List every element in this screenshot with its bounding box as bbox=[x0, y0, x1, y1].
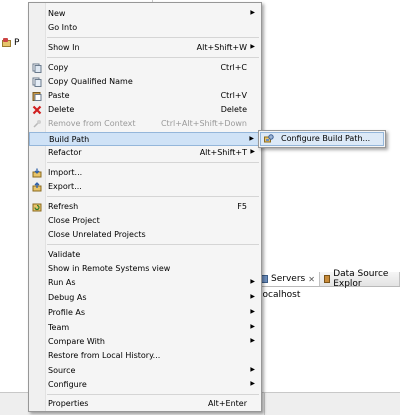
menu-item-team[interactable]: Team ▶ bbox=[29, 321, 261, 335]
menu-item-go-into[interactable]: Go Into bbox=[29, 21, 261, 35]
chevron-right-icon: ▶ bbox=[250, 337, 255, 344]
refresh-icon bbox=[32, 203, 42, 212]
menu-item-restore-from-local-history[interactable]: Restore from Local History... bbox=[29, 349, 261, 363]
paste-icon bbox=[32, 92, 42, 101]
data-source-icon bbox=[323, 275, 331, 283]
delete-icon bbox=[32, 105, 42, 115]
project-icon bbox=[2, 38, 12, 48]
chevron-right-icon: ▶ bbox=[250, 278, 255, 285]
menu-item-properties[interactable]: Properties Alt+Enter bbox=[29, 397, 261, 411]
menu-separator bbox=[47, 196, 259, 197]
menu-item-build-path[interactable]: Build Path ▶ bbox=[29, 132, 261, 146]
copy-qualified-icon bbox=[32, 77, 42, 87]
chevron-right-icon: ▶ bbox=[250, 380, 255, 387]
tab-servers-label: Servers bbox=[271, 274, 306, 284]
import-icon bbox=[32, 168, 42, 178]
menu-item-profile-as[interactable]: Profile As ▶ bbox=[29, 306, 261, 320]
remove-context-icon bbox=[33, 120, 41, 128]
tab-data-source-label: Data Source Explor bbox=[333, 269, 389, 289]
context-menu: New ▶ Go Into Show In Alt+Shift+W ▶ Copy… bbox=[28, 2, 262, 412]
menu-item-remove-from-context[interactable]: Remove from Context Ctrl+Alt+Shift+Down bbox=[29, 117, 261, 131]
chevron-right-icon: ▶ bbox=[250, 9, 255, 16]
chevron-right-icon: ▶ bbox=[250, 323, 255, 330]
menu-item-copy[interactable]: Copy Ctrl+C bbox=[29, 61, 261, 75]
chevron-right-icon: ▶ bbox=[250, 308, 255, 315]
menu-item-validate[interactable]: Validate bbox=[29, 248, 261, 262]
chevron-right-icon: ▶ bbox=[250, 366, 255, 373]
menu-item-run-as[interactable]: Run As ▶ bbox=[29, 276, 261, 290]
tab-servers[interactable]: Servers ✕ bbox=[256, 272, 320, 286]
menu-item-close-unrelated-projects[interactable]: Close Unrelated Projects bbox=[29, 228, 261, 242]
menu-item-export[interactable]: Export... bbox=[29, 180, 261, 194]
menu-item-paste[interactable]: Paste Ctrl+V bbox=[29, 89, 261, 103]
tab-data-source-explorer[interactable]: Data Source Explor bbox=[320, 269, 400, 289]
menu-item-source[interactable]: Source ▶ bbox=[29, 364, 261, 378]
project-label: P bbox=[14, 38, 20, 48]
servers-view: Servers ✕ Data Source Explor localhost bbox=[256, 269, 400, 400]
menu-separator bbox=[47, 57, 259, 58]
menu-item-debug-as[interactable]: Debug As ▶ bbox=[29, 291, 261, 305]
menu-item-delete[interactable]: Delete Delete bbox=[29, 103, 261, 117]
menu-separator bbox=[47, 394, 259, 395]
menu-item-close-project[interactable]: Close Project bbox=[29, 214, 261, 228]
close-icon[interactable]: ✕ bbox=[308, 275, 315, 284]
project-tree-item[interactable]: P bbox=[2, 36, 19, 50]
chevron-right-icon: ▶ bbox=[250, 293, 255, 300]
menu-item-refresh[interactable]: Refresh F5 bbox=[29, 200, 261, 214]
menu-item-compare-with[interactable]: Compare With ▶ bbox=[29, 335, 261, 349]
servers-tab-bar: Servers ✕ Data Source Explor bbox=[256, 269, 400, 289]
menu-item-refactor[interactable]: Refactor Alt+Shift+T ▶ bbox=[29, 146, 261, 160]
menu-item-configure-build-path[interactable]: Configure Build Path... bbox=[260, 132, 384, 146]
menu-separator bbox=[47, 244, 259, 245]
export-icon bbox=[32, 182, 42, 192]
chevron-right-icon: ▶ bbox=[250, 148, 255, 155]
build-path-submenu: Configure Build Path... bbox=[258, 130, 386, 148]
menu-item-configure[interactable]: Configure ▶ bbox=[29, 378, 261, 392]
menu-item-show-in-remote-systems[interactable]: Show in Remote Systems view bbox=[29, 262, 261, 276]
menu-separator bbox=[47, 37, 259, 38]
menu-item-copy-qualified-name[interactable]: Copy Qualified Name bbox=[29, 75, 261, 89]
copy-icon bbox=[32, 63, 42, 73]
configure-build-path-icon bbox=[264, 134, 274, 143]
menu-item-new[interactable]: New ▶ bbox=[29, 7, 261, 21]
chevron-right-icon: ▶ bbox=[250, 43, 255, 50]
menu-item-import[interactable]: Import... bbox=[29, 166, 261, 180]
menu-item-show-in[interactable]: Show In Alt+Shift+W ▶ bbox=[29, 41, 261, 55]
server-item-localhost[interactable]: localhost bbox=[260, 290, 300, 300]
chevron-right-icon: ▶ bbox=[249, 135, 254, 142]
menu-separator bbox=[47, 162, 259, 163]
